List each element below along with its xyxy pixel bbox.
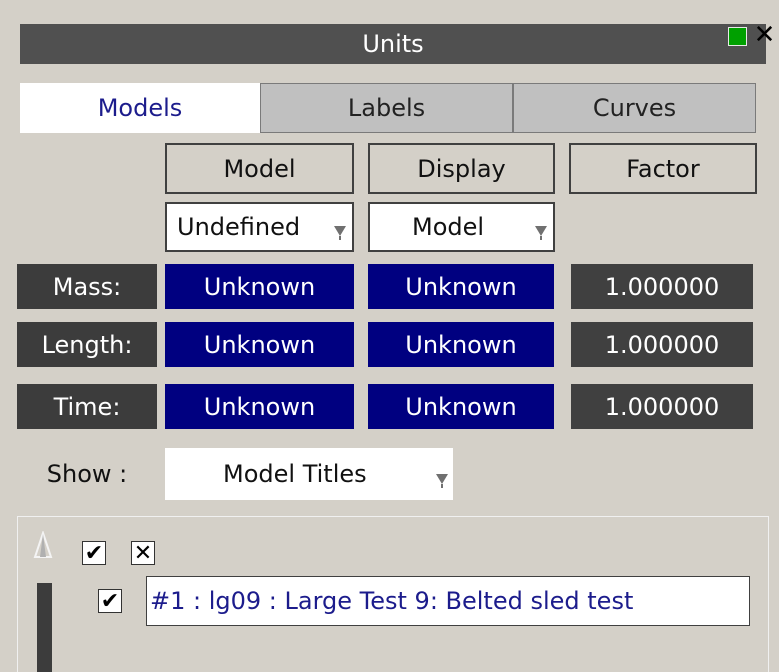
- display-unit-system-dropdown[interactable]: Model: [368, 202, 555, 252]
- time-model-unit-button[interactable]: Unknown: [165, 384, 354, 429]
- tab-labels[interactable]: Labels: [260, 83, 513, 133]
- length-display-unit-button[interactable]: Unknown: [368, 322, 554, 367]
- length-factor-value: 1.000000: [571, 322, 753, 367]
- list-scrollbar[interactable]: [37, 583, 52, 672]
- mass-display-unit-button[interactable]: Unknown: [368, 264, 554, 309]
- mass-model-unit-button[interactable]: Unknown: [165, 264, 354, 309]
- show-dropdown-value: Model Titles: [223, 460, 367, 488]
- title-bar: Units: [20, 24, 766, 64]
- mass-factor-value: 1.000000: [571, 264, 753, 309]
- length-model-unit-button[interactable]: Unknown: [165, 322, 354, 367]
- show-label: Show :: [46, 460, 128, 488]
- time-display-unit-button[interactable]: Unknown: [368, 384, 554, 429]
- deselect-all-cross-icon[interactable]: ✕: [131, 541, 155, 566]
- time-factor-value: 1.000000: [571, 384, 753, 429]
- column-header-model: Model: [165, 143, 354, 194]
- sort-triangle-icon[interactable]: [33, 531, 53, 559]
- model-unit-system-value: Undefined: [177, 213, 301, 241]
- row-label-time: Time:: [17, 384, 157, 429]
- dropdown-arrow-icon: [535, 226, 547, 240]
- column-header-display: Display: [368, 143, 555, 194]
- show-dropdown[interactable]: Model Titles: [165, 448, 453, 500]
- model-unit-system-dropdown[interactable]: Undefined: [165, 202, 354, 252]
- model-1-checkbox[interactable]: ✔: [98, 589, 122, 614]
- close-icon[interactable]: ✕: [750, 20, 779, 50]
- dock-icon[interactable]: [728, 27, 747, 46]
- display-unit-system-value: Model: [412, 213, 485, 241]
- column-header-factor: Factor: [569, 143, 757, 194]
- dropdown-arrow-icon: [334, 226, 346, 240]
- tab-curves[interactable]: Curves: [513, 83, 756, 133]
- dropdown-arrow-icon: [436, 474, 448, 488]
- row-label-length: Length:: [17, 322, 157, 367]
- tab-models[interactable]: Models: [20, 83, 260, 133]
- window-title: Units: [362, 30, 424, 58]
- model-1-title-field[interactable]: #1 : lg09 : Large Test 9: Belted sled te…: [146, 576, 750, 626]
- row-label-mass: Mass:: [17, 264, 157, 309]
- select-all-check-icon[interactable]: ✔: [82, 541, 106, 566]
